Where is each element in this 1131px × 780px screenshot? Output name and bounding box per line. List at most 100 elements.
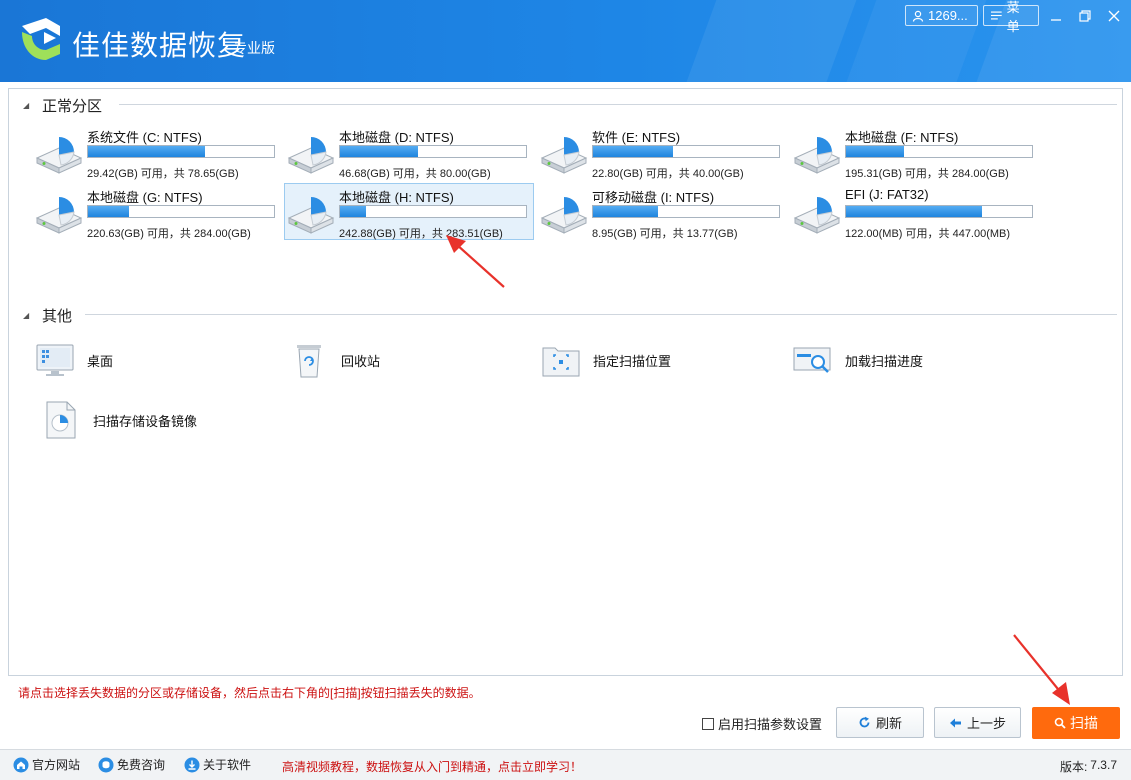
free-consult-label: 免费咨询 [117,758,166,772]
user-icon [912,10,924,22]
drive-tile[interactable]: 系统文件 (C: NTFS) 29.42(GB) 可用，共 78.65(GB) [33,124,283,181]
hard-drive-icon [793,197,841,234]
minimize-icon [1051,19,1061,21]
drive-name: 本地磁盘 (H: NTFS) [339,190,454,205]
back-label: 上一步 [966,716,1006,731]
hard-drive-icon [35,137,83,174]
home-icon [13,757,29,772]
menu-button[interactable]: 菜单 [983,0,1039,34]
minimize-button[interactable] [1045,6,1067,26]
version-value: 7.3.7 [1090,758,1117,772]
restore-icon [1079,10,1091,22]
maximize-button[interactable] [1074,6,1096,26]
disk-image-icon [46,401,76,439]
annotation-arrow-icon [446,235,505,288]
drive-usage-fill [593,206,659,217]
drive-usage-bar [87,145,275,158]
chat-icon [98,757,114,772]
app-title: 佳佳数据恢复 [72,30,247,61]
others-section-header[interactable]: ◢ 其他 [23,305,72,326]
drive-usage-fill [846,206,982,217]
user-account-button[interactable]: 1269... [905,5,978,26]
refresh-icon [859,716,870,728]
info-icon [184,757,200,772]
drive-usage-fill [340,206,367,217]
collapse-triangle-icon: ◢ [23,311,30,320]
drive-name: EFI (J: FAT32) [845,187,929,202]
drive-capacity: 22.80(GB) 可用，共 40.00(GB) [592,168,744,180]
drive-capacity: 220.63(GB) 可用，共 284.00(GB) [87,228,251,240]
refresh-button[interactable]: 刷新 [836,707,924,738]
drive-tile[interactable]: 本地磁盘 (F: NTFS) 195.31(GB) 可用，共 284.00(GB) [791,124,1041,181]
about-software-link[interactable]: 关于软件 [184,756,251,773]
other-item-disk-image[interactable]: 扫描存储设备镜像 [41,400,197,440]
drive-name: 可移动磁盘 (I: NTFS) [592,190,715,205]
checkbox-box[interactable] [702,717,714,730]
drive-tile[interactable]: 软件 (E: NTFS) 22.80(GB) 可用，共 40.00(GB) [538,124,788,181]
drive-capacity: 46.68(GB) 可用，共 80.00(GB) [339,168,491,180]
drive-tile[interactable]: 可移动磁盘 (I: NTFS) 8.95(GB) 可用，共 13.77(GB) [538,184,788,241]
other-item-label: 回收站 [341,353,381,369]
drive-capacity: 8.95(GB) 可用，共 13.77(GB) [592,228,738,240]
other-item-desktop[interactable]: 桌面 [35,340,113,380]
close-icon [1108,10,1120,22]
section-divider [85,314,1117,315]
hard-drive-icon [35,197,83,234]
scan-button[interactable]: 扫描 [1032,707,1120,739]
refresh-label: 刷新 [875,716,902,731]
drive-usage-fill [593,146,673,157]
drive-usage-bar [592,205,780,218]
drive-name: 本地磁盘 (F: NTFS) [845,130,959,145]
drive-name: 软件 (E: NTFS) [592,130,681,145]
drive-usage-bar [87,205,275,218]
hint-text: 请点击选择丢失数据的分区或存储设备，然后点击右下角的[扫描]按钮扫描丢失的数据。 [18,686,481,700]
drive-usage-bar [845,205,1033,218]
other-item-label: 桌面 [87,353,114,369]
others-section-title: 其他 [42,308,73,325]
drive-tile[interactable]: 本地磁盘 (G: NTFS) 220.63(GB) 可用，共 284.00(GB) [33,184,283,241]
app-edition: 专业版 [233,40,275,56]
title-bar: 佳佳数据恢复 专业版 1269... 菜单 [0,0,1131,82]
load-progress-icon [793,347,831,373]
hard-drive-icon [793,137,841,174]
hard-drive-icon [287,137,335,174]
close-button[interactable] [1103,6,1125,26]
hard-drive-icon [540,137,588,174]
scan-params-checkbox[interactable]: 启用扫描参数设置 [702,714,822,733]
drive-capacity: 122.00(MB) 可用，共 447.00(MB) [845,228,1011,240]
status-bar: 官方网站 免费咨询 关于软件 高清视频教程，数据恢复从入门到精通，点击立即学习！… [0,749,1131,780]
recycle-bin-icon [297,345,321,378]
section-divider [119,104,1117,105]
header-decoration [679,0,861,82]
official-website-label: 官方网站 [32,758,81,772]
arrow-left-icon [949,718,961,727]
main-panel: ◢ 正常分区 系统文件 (C: NTFS) 29.42(GB) 可用，共 78.6… [8,88,1123,676]
drive-tile[interactable]: EFI (J: FAT32) 122.00(MB) 可用，共 447.00(MB) [791,184,1041,241]
other-item-label: 指定扫描位置 [593,353,672,369]
other-item-scan-location[interactable]: 指定扫描位置 [541,340,671,380]
drive-name: 系统文件 (C: NTFS) [87,130,202,145]
scan-location-icon [542,347,580,377]
back-button[interactable]: 上一步 [934,707,1021,738]
partitions-section-header[interactable]: ◢ 正常分区 [23,95,102,116]
menu-icon [990,11,1002,20]
drive-name: 本地磁盘 (G: NTFS) [87,190,203,205]
menu-label: 菜单 [1006,0,1020,34]
drive-tile[interactable]: 本地磁盘 (D: NTFS) 46.68(GB) 可用，共 80.00(GB) [285,124,535,181]
other-item-recycle-bin[interactable]: 回收站 [289,340,380,380]
free-consult-link[interactable]: 免费咨询 [98,756,165,773]
other-item-label: 扫描存储设备镜像 [93,413,198,429]
other-item-label: 加载扫描进度 [845,353,924,369]
user-account-label: 1269... [928,8,968,23]
drive-name: 本地磁盘 (D: NTFS) [339,130,454,145]
desktop-icon [36,344,74,376]
drive-usage-fill [88,206,129,217]
official-website-link[interactable]: 官方网站 [13,756,80,773]
drive-usage-fill [846,146,904,157]
promo-link[interactable]: 高清视频教程，数据恢复从入门到精通，点击立即学习！ [282,758,582,775]
drive-usage-bar [592,145,780,158]
collapse-triangle-icon: ◢ [23,101,30,110]
search-icon [1054,717,1066,729]
drive-usage-bar [339,205,527,218]
other-item-load-progress[interactable]: 加载扫描进度 [793,340,923,380]
